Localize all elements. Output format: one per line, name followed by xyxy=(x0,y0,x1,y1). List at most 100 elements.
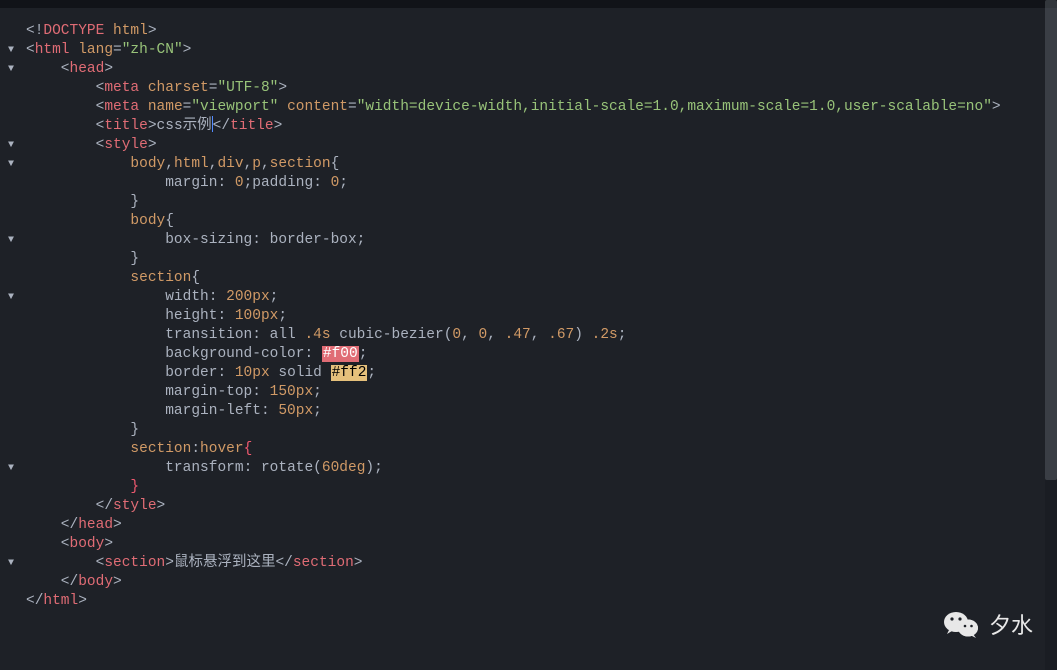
gutter-row xyxy=(0,250,22,269)
gutter-row xyxy=(0,212,22,231)
gutter-row xyxy=(0,573,22,592)
code-line[interactable]: body{ xyxy=(26,212,1057,231)
code-line[interactable]: </head> xyxy=(26,516,1057,535)
scrollbar-track[interactable] xyxy=(1045,0,1057,670)
gutter-row xyxy=(0,22,22,41)
gutter-row xyxy=(0,497,22,516)
code-line[interactable]: <meta charset="UTF-8"> xyxy=(26,79,1057,98)
token: < xyxy=(26,42,35,58)
token xyxy=(26,194,130,210)
token xyxy=(278,99,287,115)
token: ; xyxy=(313,384,322,400)
code-line[interactable]: width: 200px; xyxy=(26,288,1057,307)
code-line[interactable]: body,html,div,p,section{ xyxy=(26,155,1057,174)
token: section xyxy=(293,555,354,571)
token: > xyxy=(354,555,363,571)
token: head xyxy=(70,61,105,77)
gutter-row[interactable]: ▼ xyxy=(0,231,22,250)
code-line[interactable]: border: 10px solid #ff2; xyxy=(26,364,1057,383)
code-line[interactable]: <head> xyxy=(26,60,1057,79)
token: section xyxy=(104,555,165,571)
code-line[interactable]: transition: all .4s cubic-bezier(0, 0, .… xyxy=(26,326,1057,345)
code-line[interactable]: <style> xyxy=(26,136,1057,155)
token: > xyxy=(278,80,287,96)
gutter-row[interactable]: ▼ xyxy=(0,136,22,155)
gutter-row[interactable]: ▼ xyxy=(0,288,22,307)
gutter-row[interactable]: ▼ xyxy=(0,60,22,79)
token: > xyxy=(104,61,113,77)
token: , xyxy=(531,327,548,343)
token xyxy=(26,213,130,229)
token: < xyxy=(26,137,104,153)
code-line[interactable]: <!DOCTYPE html> xyxy=(26,22,1057,41)
token: > xyxy=(113,574,122,590)
code-line[interactable]: <title>css示例</title> xyxy=(26,117,1057,136)
token: .47 xyxy=(505,327,531,343)
gutter-row[interactable]: ▼ xyxy=(0,459,22,478)
token: transition xyxy=(165,327,252,343)
code-line[interactable]: margin: 0;padding: 0; xyxy=(26,174,1057,193)
token: } xyxy=(130,251,139,267)
code-line[interactable]: transform: rotate(60deg); xyxy=(26,459,1057,478)
token: section xyxy=(130,270,191,286)
token: </ xyxy=(275,555,292,571)
token: transform xyxy=(165,460,243,476)
code-line[interactable]: <html lang="zh-CN"> xyxy=(26,41,1057,60)
token: body xyxy=(130,156,165,172)
gutter-row xyxy=(0,364,22,383)
token xyxy=(26,308,165,324)
code-line[interactable]: </body> xyxy=(26,573,1057,592)
code-line[interactable]: </style> xyxy=(26,497,1057,516)
token: </ xyxy=(26,574,78,590)
token xyxy=(26,175,165,191)
token: html xyxy=(174,156,209,172)
token: body xyxy=(70,536,105,552)
token: 200px xyxy=(226,289,270,305)
code-line[interactable]: } xyxy=(26,193,1057,212)
scrollbar-thumb[interactable] xyxy=(1045,0,1057,480)
token: < xyxy=(26,555,104,571)
token: { xyxy=(165,213,174,229)
gutter-row[interactable]: ▼ xyxy=(0,155,22,174)
code-line[interactable]: section:hover{ xyxy=(26,440,1057,459)
code-line[interactable]: box-sizing: border-box; xyxy=(26,231,1057,250)
token: 鼠标悬浮到这里 xyxy=(174,555,276,571)
token: : xyxy=(217,308,234,324)
gutter-row[interactable]: ▼ xyxy=(0,554,22,573)
token: = xyxy=(113,42,122,58)
code-line[interactable]: <meta name="viewport" content="width=dev… xyxy=(26,98,1057,117)
code-line[interactable]: } xyxy=(26,250,1057,269)
token: > xyxy=(148,137,157,153)
token: p xyxy=(252,156,261,172)
code-line[interactable]: } xyxy=(26,421,1057,440)
code-line[interactable]: margin-left: 50px; xyxy=(26,402,1057,421)
code-line[interactable]: margin-top: 150px; xyxy=(26,383,1057,402)
token: 60deg xyxy=(322,460,366,476)
gutter-row[interactable]: ▼ xyxy=(0,41,22,60)
token xyxy=(26,422,130,438)
code-line[interactable]: height: 100px; xyxy=(26,307,1057,326)
token: section xyxy=(270,156,331,172)
code-line[interactable]: <body> xyxy=(26,535,1057,554)
token: : xyxy=(244,460,261,476)
token: 0 xyxy=(479,327,488,343)
code-line[interactable]: <section>鼠标悬浮到这里</section> xyxy=(26,554,1057,573)
code-line[interactable]: } xyxy=(26,478,1057,497)
token: margin-left xyxy=(165,403,261,419)
token: > xyxy=(165,555,174,571)
token: : xyxy=(217,365,234,381)
code-line[interactable]: section{ xyxy=(26,269,1057,288)
token xyxy=(139,80,148,96)
token: charset xyxy=(148,80,209,96)
token: 0 xyxy=(452,327,461,343)
token: ; xyxy=(359,346,368,362)
token xyxy=(26,156,130,172)
token: rotate( xyxy=(261,460,322,476)
token xyxy=(26,460,165,476)
token: , xyxy=(461,327,478,343)
code-line[interactable]: </html> xyxy=(26,592,1057,611)
code-line[interactable]: background-color: #f00; xyxy=(26,345,1057,364)
token xyxy=(26,327,165,343)
token xyxy=(104,23,113,39)
code-area[interactable]: <!DOCTYPE html><html lang="zh-CN"> <head… xyxy=(22,22,1057,670)
